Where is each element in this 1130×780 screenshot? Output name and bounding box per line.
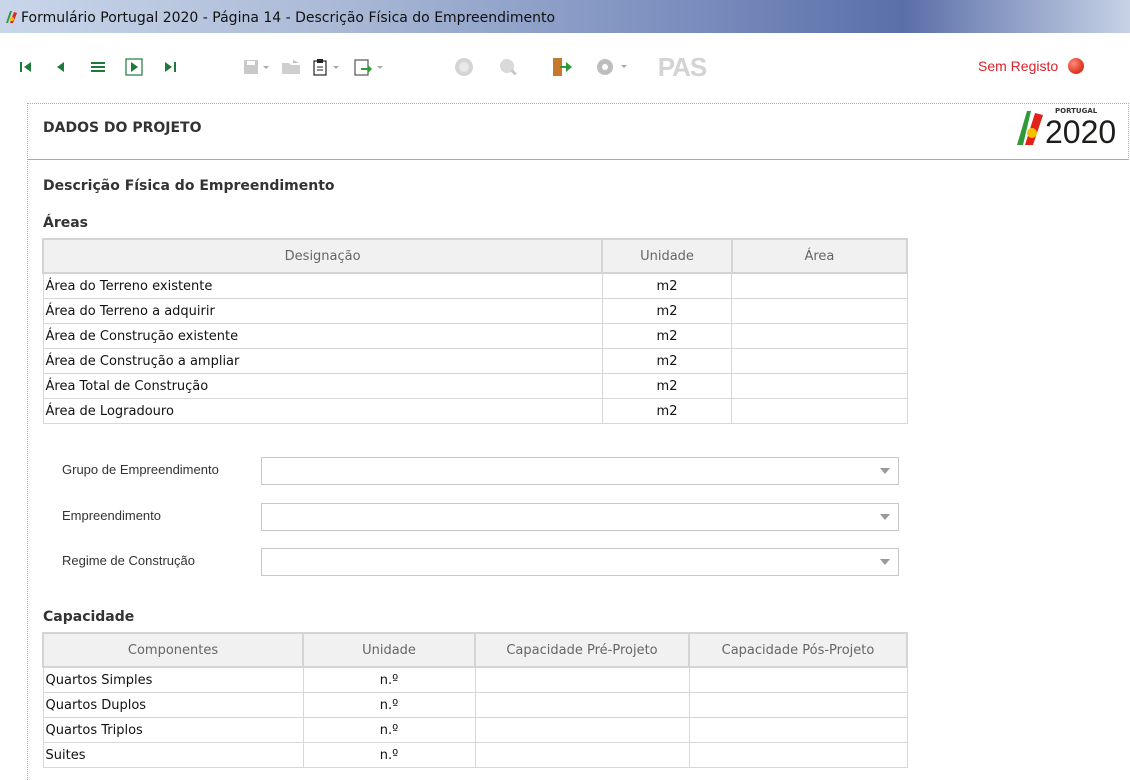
areas-header-area: Área (730, 238, 909, 274)
chevron-down-icon[interactable] (880, 559, 890, 565)
grupo-empreendimento-select[interactable] (261, 457, 899, 485)
capacidade-header-componentes: Componentes (42, 632, 304, 668)
areas-cell-designacao: Área de Construção existente (42, 323, 603, 349)
capacidade-cell-unidade: n.º (302, 717, 476, 743)
portugal2020-logo: 2020 PORTUGAL (1015, 105, 1130, 157)
table-row: Suites n.º (42, 742, 908, 768)
areas-cell-area-input[interactable] (731, 323, 908, 349)
capacidade-cell-componente: Suites (42, 742, 304, 768)
areas-cell-designacao: Área de Logradouro (42, 398, 603, 424)
table-row: Área de Logradouro m2 (42, 398, 908, 424)
areas-cell-area-input[interactable] (731, 298, 908, 324)
table-row: Quartos Triplos n.º (42, 717, 908, 743)
window-title: Formulário Portugal 2020 - Página 14 - D… (21, 10, 556, 26)
capacidade-cell-pos-input[interactable] (688, 717, 908, 743)
capacidade-cell-unidade: n.º (302, 666, 476, 693)
areas-cell-area-input[interactable] (731, 398, 908, 424)
capacidade-cell-pre-input[interactable] (474, 666, 690, 693)
status-label: Sem Registo (978, 58, 1059, 74)
areas-cell-unidade: m2 (601, 348, 733, 374)
areas-title: Áreas (43, 215, 89, 231)
capacidade-cell-unidade: n.º (302, 692, 476, 718)
capacidade-title: Capacidade (43, 609, 135, 625)
pas-label: PAS (657, 51, 708, 82)
areas-cell-designacao: Área do Terreno existente (42, 272, 603, 299)
regime-construcao-select[interactable] (261, 548, 899, 576)
table-row: Área de Construção existente m2 (42, 323, 908, 349)
capacidade-cell-componente: Quartos Duplos (42, 692, 304, 718)
areas-cell-area-input[interactable] (731, 373, 908, 399)
areas-cell-designacao: Área do Terreno a adquirir (42, 298, 603, 324)
areas-cell-unidade: m2 (601, 272, 733, 299)
section-title: DADOS DO PROJETO (43, 120, 202, 136)
capacidade-table: Componentes Unidade Capacidade Pré-Proje… (42, 632, 908, 768)
capacidade-cell-pre-input[interactable] (474, 742, 690, 768)
previous-page-icon[interactable] (52, 56, 68, 78)
settings-gear-icon[interactable] (594, 56, 630, 78)
table-row: Área Total de Construção m2 (42, 373, 908, 399)
open-folder-icon[interactable] (280, 56, 302, 78)
validate-icon[interactable] (452, 56, 476, 78)
areas-table: Designação Unidade Área Área do Terreno … (41, 238, 909, 424)
logo-portugal-text: PORTUGAL (1055, 107, 1098, 115)
search-icon[interactable] (496, 56, 520, 78)
regime-construcao-label: Regime de Construção (62, 553, 195, 568)
table-row: Área de Construção a ampliar m2 (42, 348, 908, 374)
last-page-icon[interactable] (162, 56, 178, 78)
capacidade-cell-unidade: n.º (302, 742, 476, 768)
exit-door-icon[interactable] (550, 56, 574, 78)
areas-header-unidade: Unidade (601, 238, 733, 274)
capacidade-header-pre: Capacidade Pré-Projeto (474, 632, 690, 668)
first-page-icon[interactable] (18, 56, 34, 78)
areas-cell-unidade: m2 (601, 298, 733, 324)
table-row: Área do Terreno existente m2 (42, 272, 908, 299)
page-list-icon[interactable] (88, 56, 108, 78)
next-page-icon[interactable] (124, 56, 144, 78)
areas-header-designacao: Designação (41, 238, 604, 274)
svg-text:2020: 2020 (1045, 114, 1116, 150)
window-titlebar: Formulário Portugal 2020 - Página 14 - D… (0, 0, 1130, 33)
table-row: Área do Terreno a adquirir m2 (42, 298, 908, 324)
export-document-icon[interactable] (352, 56, 386, 78)
areas-cell-designacao: Área de Construção a ampliar (42, 348, 603, 374)
capacidade-cell-componente: Quartos Simples (42, 666, 304, 693)
capacidade-cell-pre-input[interactable] (474, 717, 690, 743)
areas-cell-designacao: Área Total de Construção (42, 373, 603, 399)
portugal2020-app-icon (6, 11, 17, 23)
clipboard-icon[interactable] (310, 56, 342, 78)
capacidade-cell-componente: Quartos Triplos (42, 717, 304, 743)
empreendimento-label: Empreendimento (62, 508, 161, 523)
capacidade-cell-pos-input[interactable] (688, 742, 908, 768)
chevron-down-icon[interactable] (880, 468, 890, 474)
capacidade-header-row: Componentes Unidade Capacidade Pré-Proje… (42, 632, 908, 668)
capacidade-cell-pre-input[interactable] (474, 692, 690, 718)
page-heading: Descrição Física do Empreendimento (43, 178, 335, 194)
pas-logo-icon[interactable]: PAS (652, 52, 712, 82)
areas-header-row: Designação Unidade Área (41, 238, 909, 274)
table-row: Quartos Duplos n.º (42, 692, 908, 718)
areas-cell-area-input[interactable] (731, 272, 908, 299)
capacidade-header-unidade: Unidade (302, 632, 476, 668)
save-icon[interactable] (242, 56, 272, 78)
areas-cell-area-input[interactable] (731, 348, 908, 374)
areas-cell-unidade: m2 (601, 373, 733, 399)
capacidade-cell-pos-input[interactable] (688, 666, 908, 693)
table-row: Quartos Simples n.º (42, 666, 908, 693)
empreendimento-select[interactable] (261, 503, 899, 531)
areas-cell-unidade: m2 (601, 323, 733, 349)
grupo-empreendimento-label: Grupo de Empreendimento (62, 462, 219, 477)
capacidade-header-pos: Capacidade Pós-Projeto (688, 632, 908, 668)
capacidade-cell-pos-input[interactable] (688, 692, 908, 718)
status-red-dot-icon (1068, 58, 1084, 74)
chevron-down-icon[interactable] (880, 514, 890, 520)
areas-cell-unidade: m2 (601, 398, 733, 424)
